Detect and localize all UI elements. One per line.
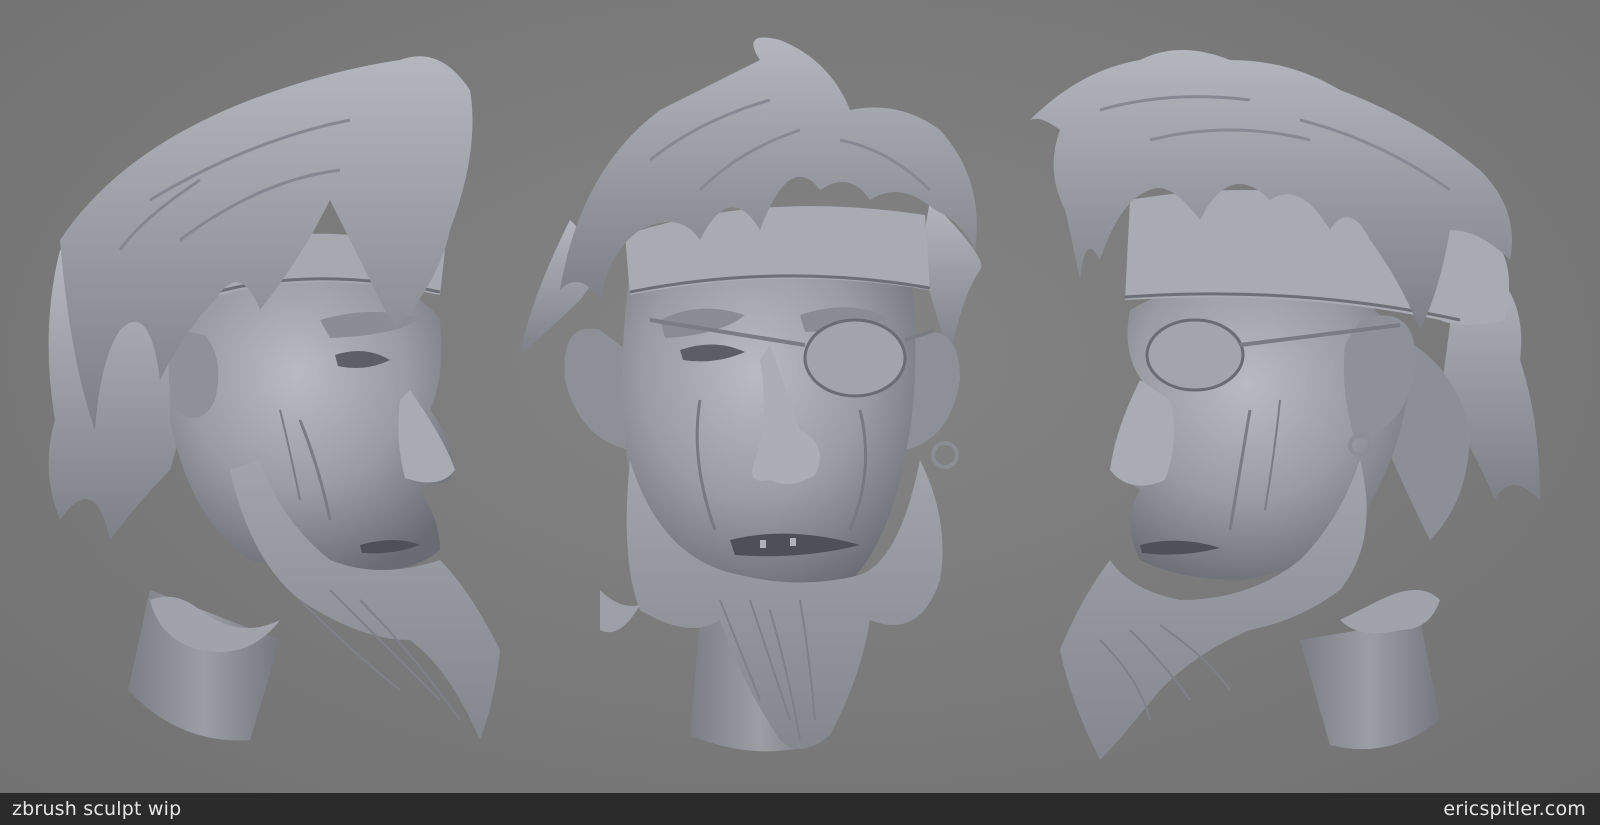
sculpt-render	[48, 37, 1540, 760]
caption-website: ericspitler.com	[1443, 798, 1586, 820]
bust-right-profile	[1030, 50, 1540, 760]
render-viewport	[0, 0, 1600, 793]
bust-front	[520, 37, 982, 752]
bust-left-profile	[48, 56, 500, 741]
caption-title: zbrush sculpt wip	[12, 798, 182, 820]
caption-bar: zbrush sculpt wip ericspitler.com	[0, 793, 1600, 825]
